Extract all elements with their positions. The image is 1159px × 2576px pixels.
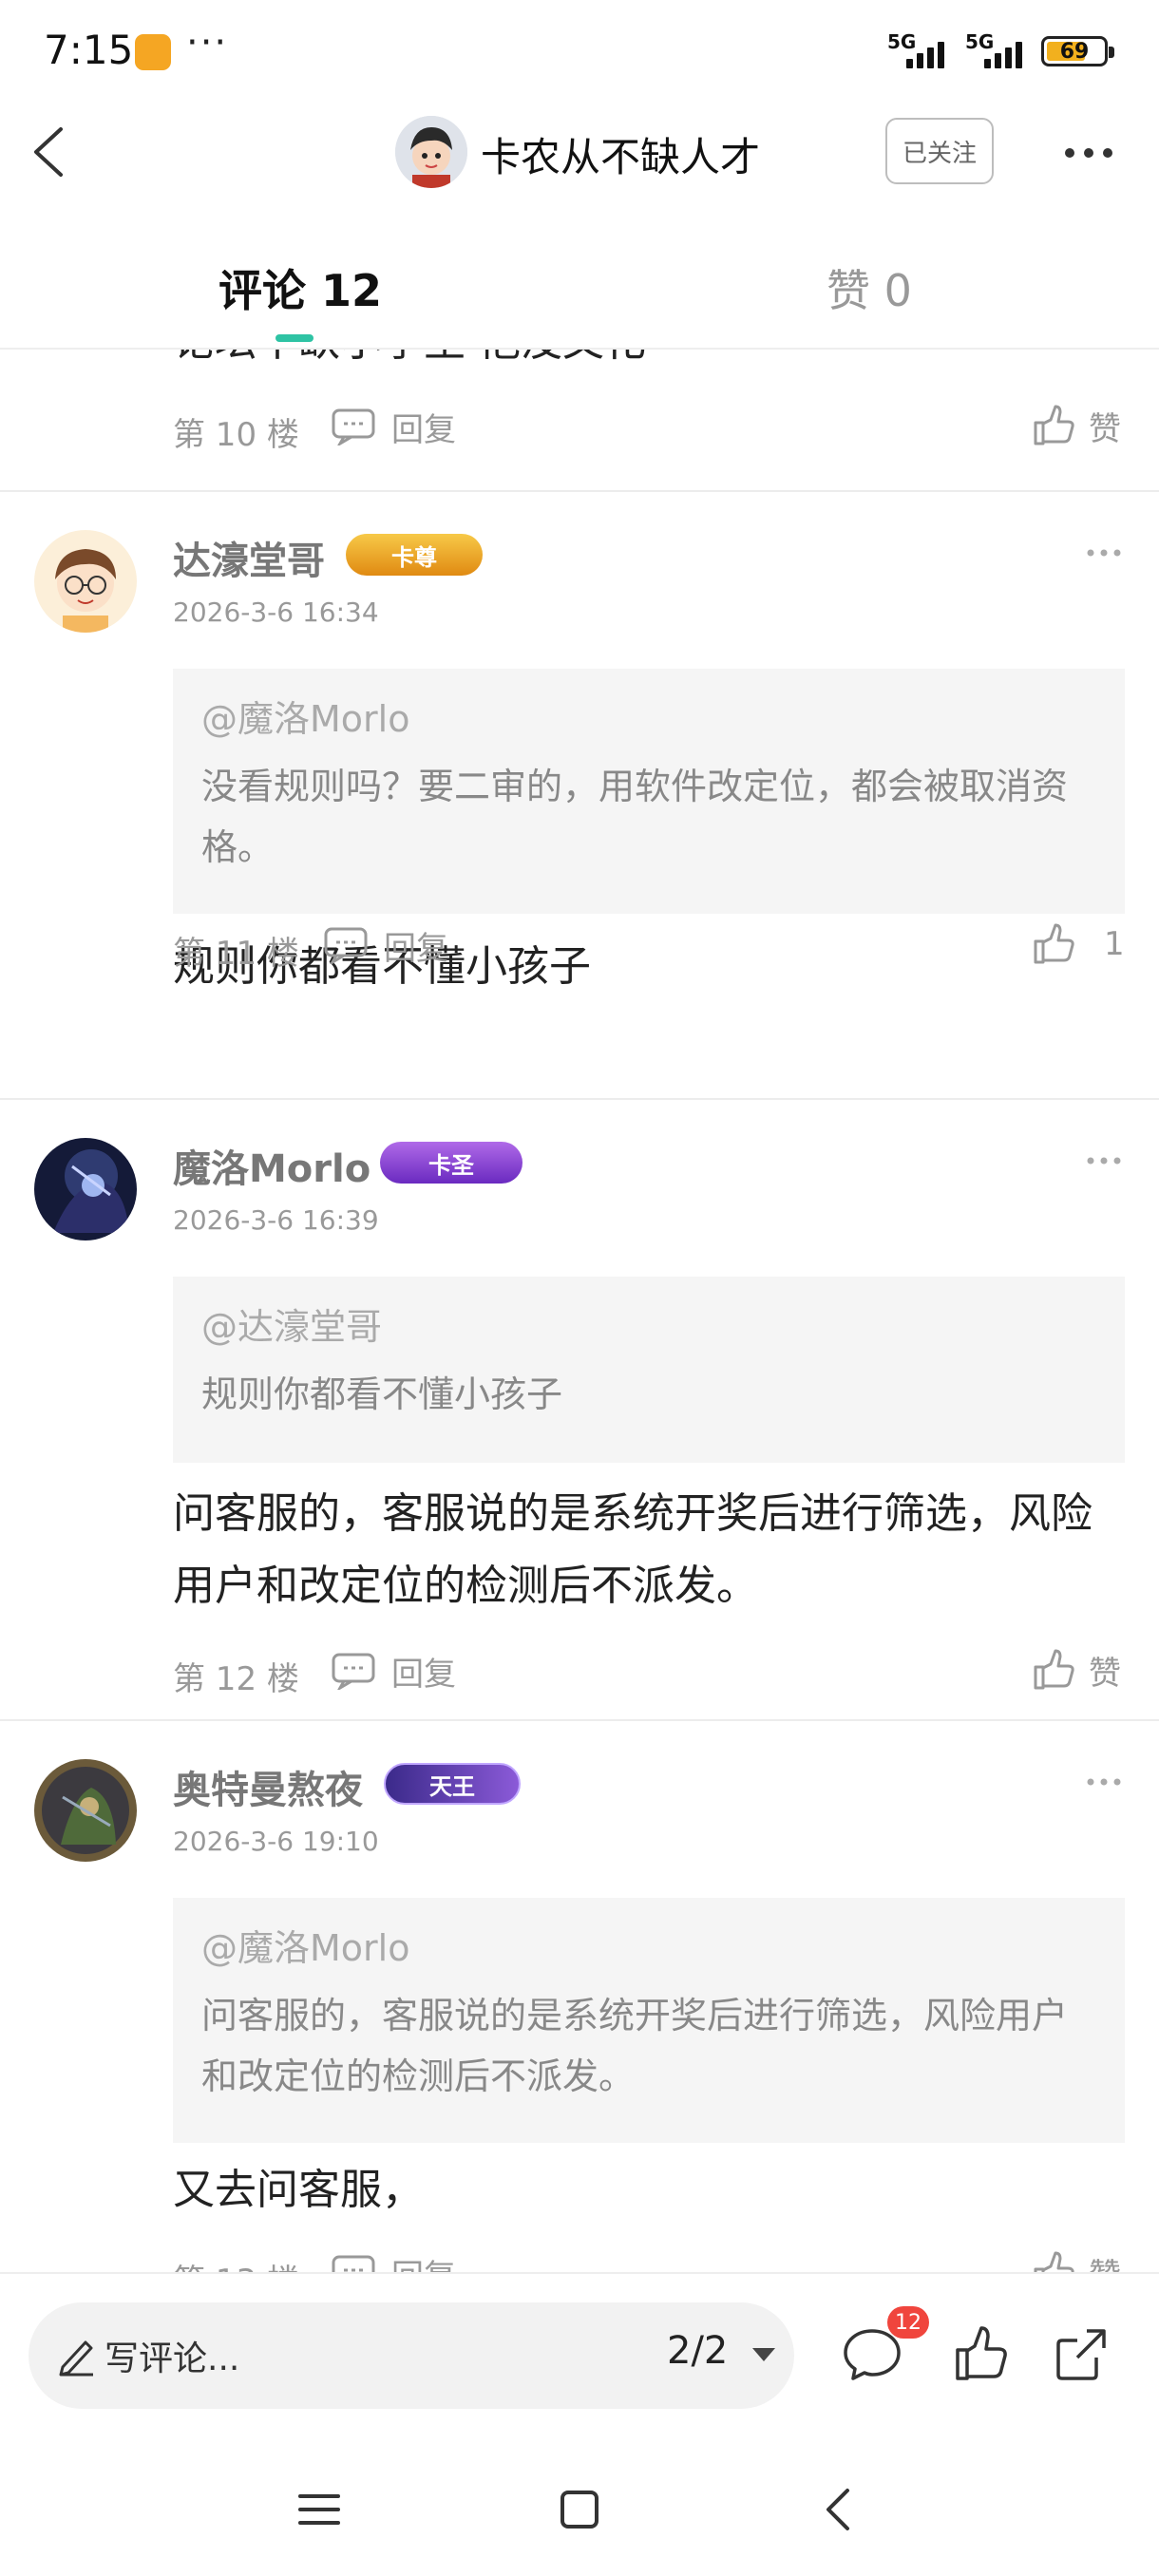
- signal-2-icon: 5G: [965, 30, 1041, 72]
- reply-icon: [332, 1653, 375, 1690]
- thumbs-up-icon: [956, 2326, 1007, 2380]
- more-horizontal-icon: [1087, 1778, 1121, 1786]
- reply-icon: [332, 2255, 375, 2272]
- comment-item-floor-13: 奥特曼熬夜 天王 2026-3-6 19:10 @魔洛Morlo 问客服的，客服…: [0, 1721, 1159, 2272]
- thumbs-up-icon: [1034, 923, 1074, 964]
- user-avatar[interactable]: [34, 1138, 137, 1241]
- chevron-left-icon: [826, 2489, 849, 2530]
- quoted-text: 问客服的，客服说的是系统开奖后进行筛选，风险用户和改定位的检测后不派发。: [201, 1995, 1069, 2097]
- user-avatar[interactable]: [34, 1759, 137, 1862]
- floor-number: 第 13 楼: [173, 2255, 299, 2272]
- comment-item-floor-11: 达濠堂哥 卡尊 2026-3-6 16:34 @魔洛Morlo 没看规则吗？要二…: [0, 492, 1159, 991]
- username[interactable]: 达濠堂哥: [173, 530, 325, 585]
- more-horizontal-icon: [1087, 1157, 1121, 1165]
- comment-more-button[interactable]: [1085, 1151, 1123, 1170]
- app-notification-icon: [135, 34, 171, 70]
- comment-time: 2026-3-6 16:34: [173, 597, 379, 628]
- more-notifications-icon: ···: [186, 21, 229, 65]
- more-horizontal-icon: [1065, 148, 1112, 158]
- back-button[interactable]: [23, 122, 80, 182]
- reply-button[interactable]: 回复: [331, 2249, 456, 2272]
- home-nav-button[interactable]: [551, 2481, 608, 2538]
- thumbs-up-icon: [1034, 1649, 1074, 1690]
- status-bar: 7:15 ··· 5G 5G 69: [0, 0, 1159, 104]
- floor-number: 第 10 楼: [173, 416, 299, 454]
- menu-icon: [298, 2494, 340, 2525]
- quoted-reply[interactable]: @魔洛Morlo 问客服的，客服说的是系统开奖后进行筛选，风险用户和改定位的检测…: [173, 1898, 1125, 2143]
- system-nav-bar: [0, 2443, 1159, 2576]
- comment-text: 问客服的，客服说的是系统开奖后进行筛选，风险用户和改定位的检测后不派发。: [173, 1489, 1092, 1610]
- floor-number: 第 11 楼: [173, 935, 299, 973]
- author-avatar[interactable]: [395, 116, 467, 188]
- tab-bar: 评论 12 赞 0: [0, 228, 1159, 350]
- quoted-user: @魔洛Morlo: [201, 698, 410, 740]
- write-comment-input[interactable]: 写评论... 2/2: [28, 2302, 794, 2409]
- tab-comments[interactable]: 评论 12: [218, 256, 382, 319]
- reply-button[interactable]: 回复: [323, 921, 448, 969]
- dropdown-caret-icon[interactable]: [752, 2348, 775, 2361]
- post-header: 卡农从不缺人才 已关注: [0, 104, 1159, 199]
- follow-button[interactable]: 已关注: [885, 118, 994, 184]
- comment-item-floor-12: 魔洛Morlo 卡圣 2026-3-6 16:39 @达濠堂哥 规则你都看不懂小…: [0, 1100, 1159, 1717]
- write-comment-placeholder: 写评论...: [104, 2339, 240, 2378]
- like-post-button[interactable]: [948, 2321, 1013, 2386]
- comment-time: 2026-3-6 16:39: [173, 1204, 379, 1236]
- comment-more-button[interactable]: [1085, 1772, 1123, 1791]
- comment-text: 规则你都看不懂小孩子: [173, 942, 591, 991]
- back-nav-button[interactable]: [811, 2481, 868, 2538]
- username[interactable]: 魔洛Morlo: [173, 1138, 370, 1193]
- quoted-user: @魔洛Morlo: [201, 1927, 410, 1969]
- page-indicator[interactable]: 2/2: [667, 2329, 728, 2373]
- menu-nav-button[interactable]: [291, 2481, 348, 2538]
- battery-icon: 69: [1041, 36, 1114, 66]
- comment-text: 论坛不缺小学生 他没文化: [173, 350, 1123, 378]
- quoted-user: @达濠堂哥: [201, 1306, 383, 1348]
- like-button[interactable]: 赞: [1032, 401, 1121, 450]
- level-badge: 卡圣: [380, 1142, 522, 1184]
- comment-time: 2026-3-6 19:10: [173, 1826, 379, 1857]
- more-horizontal-icon: [1087, 549, 1121, 557]
- reply-button[interactable]: 回复: [331, 1647, 456, 1695]
- status-time: 7:15: [44, 27, 134, 73]
- share-button[interactable]: [1049, 2321, 1113, 2386]
- author-name[interactable]: 卡农从不缺人才: [481, 125, 760, 183]
- level-badge: 卡尊: [346, 534, 483, 576]
- more-options-button[interactable]: [1060, 139, 1117, 167]
- username[interactable]: 奥特曼熬夜: [173, 1759, 363, 1814]
- thumbs-up-icon: [1034, 2251, 1074, 2272]
- comment-more-button[interactable]: [1085, 543, 1123, 562]
- reply-icon: [324, 927, 368, 964]
- reply-button[interactable]: 回复: [331, 403, 456, 450]
- user-avatar[interactable]: [34, 530, 137, 633]
- like-button[interactable]: 赞: [1032, 1645, 1121, 1695]
- level-badge: 天王: [384, 1763, 521, 1805]
- bottom-action-bar: 写评论... 2/2 12: [0, 2272, 1159, 2443]
- quoted-text: 规则你都看不懂小孩子: [201, 1373, 563, 1415]
- quoted-text: 没看规则吗？要二审的，用软件改定位，都会被取消资格。: [201, 766, 1069, 868]
- like-button[interactable]: 1: [1032, 919, 1125, 969]
- comment-count-badge: 12: [887, 2306, 929, 2339]
- tab-likes[interactable]: 赞 0: [826, 256, 912, 319]
- comment-list[interactable]: 论坛不缺小学生 他没文化 第 10 楼 回复 赞 达濠堂哥 卡尊 2026-3-…: [0, 350, 1159, 2272]
- reply-icon: [332, 408, 375, 445]
- floor-number: 第 12 楼: [173, 1660, 299, 1698]
- signal-1-icon: 5G: [887, 30, 963, 72]
- quoted-reply[interactable]: @达濠堂哥 规则你都看不懂小孩子: [173, 1277, 1125, 1463]
- comment-text: 又去问客服，: [173, 2166, 424, 2214]
- chevron-left-icon: [34, 127, 63, 177]
- pencil-icon: [59, 2340, 93, 2377]
- home-square-icon: [560, 2491, 598, 2529]
- share-icon: [1056, 2329, 1106, 2380]
- tab-active-indicator: [276, 334, 314, 342]
- quoted-reply[interactable]: @魔洛Morlo 没看规则吗？要二审的，用软件改定位，都会被取消资格。: [173, 669, 1125, 914]
- comment-item-floor-10: 论坛不缺小学生 他没文化 第 10 楼 回复 赞: [0, 350, 1159, 490]
- thumbs-up-icon: [1034, 405, 1074, 445]
- like-button[interactable]: 赞: [1032, 2247, 1121, 2272]
